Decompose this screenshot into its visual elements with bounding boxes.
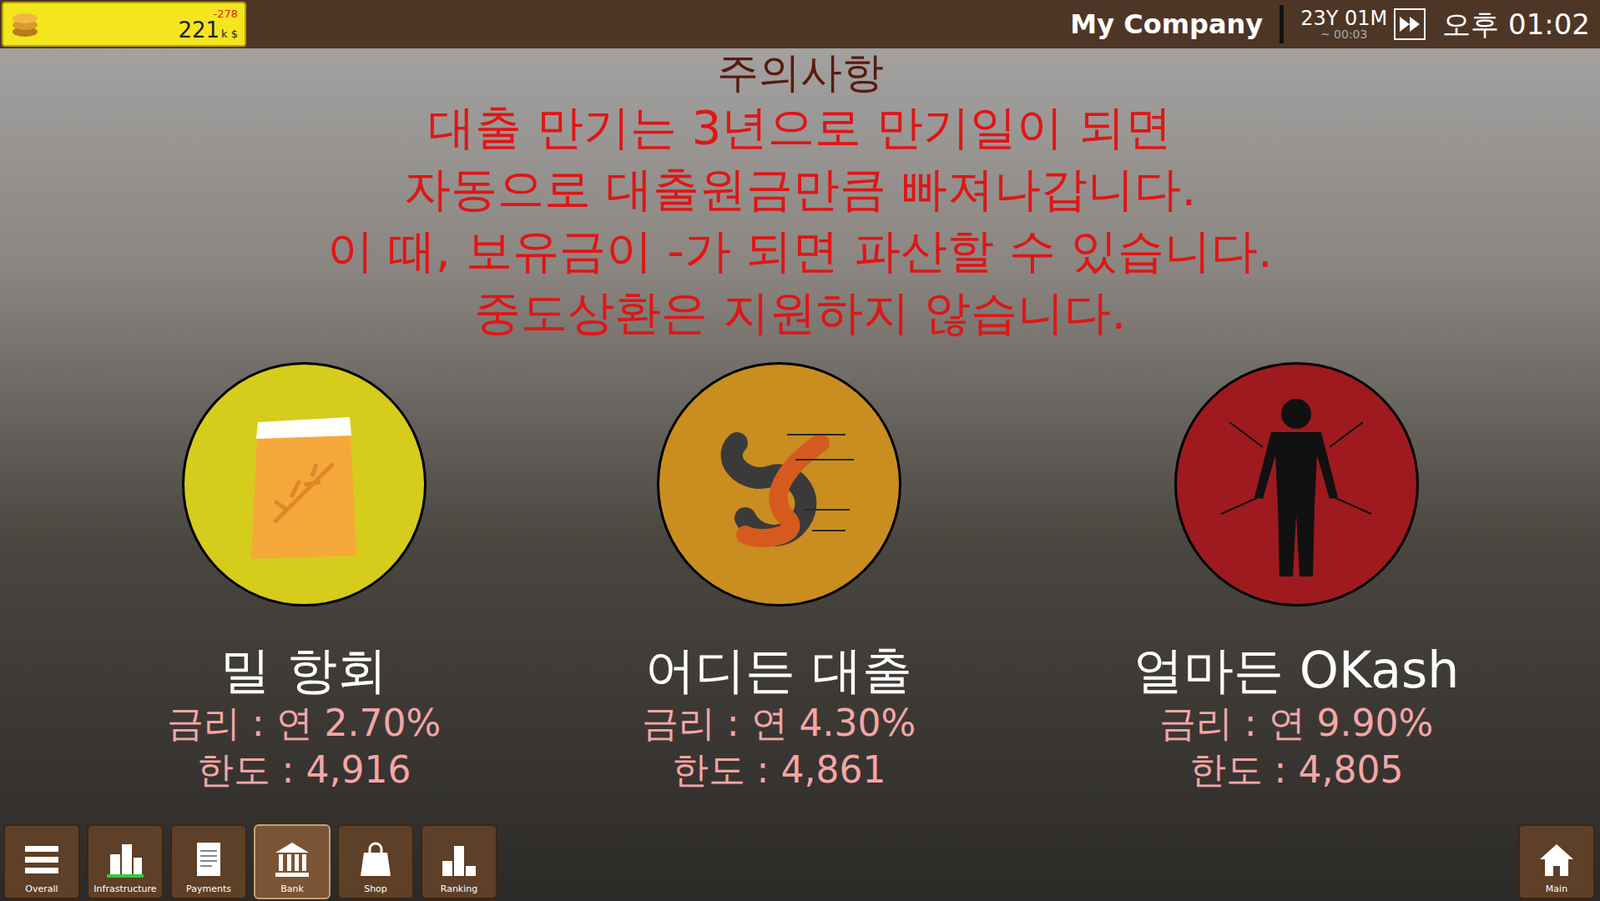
money-unit: k $ <box>221 28 238 40</box>
nav-label: Payments <box>186 883 232 897</box>
notice-line: 자동으로 대출원금만큼 빠져나갑니다. <box>403 158 1197 221</box>
ranking-icon <box>439 839 480 880</box>
lender-limit: 한도 : 4,916 <box>196 747 412 794</box>
lender-list: 밀 항회금리 : 연 2.70%한도 : 4,916어디든 대출금리 : 연 4… <box>0 362 1600 794</box>
top-bar: -278221k $ My Company 23Y 01M~ 00:03 오후 01:… <box>0 0 1600 49</box>
lender-limit: 한도 : 4,805 <box>1189 747 1404 794</box>
buildings-icon <box>105 839 146 880</box>
notice-title: 주의사항 <box>716 48 884 97</box>
nav-label: Ranking <box>440 883 479 897</box>
lender-rate: 금리 : 연 9.90% <box>1159 700 1434 748</box>
nav-button[interactable]: Infrastructure <box>86 824 164 900</box>
money-amount: 221 <box>177 19 220 41</box>
nav-button[interactable]: Shop <box>337 824 414 900</box>
bank-icon <box>272 839 313 880</box>
main-button[interactable]: Main <box>1518 824 1595 900</box>
lender-logo[interactable] <box>181 362 427 607</box>
nav-button[interactable]: Payments <box>170 824 248 900</box>
notice-line: 대출 만기는 3년으로 만기일이 되면 <box>428 96 1172 159</box>
lender-rate: 금리 : 연 4.30% <box>641 700 917 748</box>
notice: 주의사항대출 만기는 3년으로 만기일이 되면자동으로 대출원금만큼 빠져나갑니… <box>0 48 1600 344</box>
nav-button[interactable]: Overall <box>3 824 81 900</box>
lender-card[interactable]: 어디든 대출금리 : 연 4.30%한도 : 4,861 <box>545 362 1013 794</box>
nav-label: Shop <box>363 883 388 897</box>
nav-label: Infrastructure <box>93 883 157 897</box>
home-icon <box>1536 839 1577 880</box>
nav-label: Overall <box>25 883 58 897</box>
bank-screen: -278221k $ My Company 23Y 01M~ 00:03 오후 01:… <box>0 0 1600 901</box>
nav-label: Bank <box>280 883 304 897</box>
lender-name: 밀 항회 <box>220 640 387 701</box>
lender-name: 얼마든 OKash <box>1133 640 1460 701</box>
bottom-nav: Overall Infrastructure Payments Bank Shop Ran… <box>0 824 1600 901</box>
menu-icon <box>21 839 62 880</box>
company-name: My Company <box>1070 4 1263 45</box>
elapsed-time: ~ 00:03 <box>1320 28 1368 41</box>
fast-forward-icon <box>1398 15 1422 34</box>
nav-button[interactable]: Ranking <box>420 824 498 900</box>
document-icon <box>188 839 229 880</box>
lender-rate: 금리 : 연 2.70% <box>166 700 442 748</box>
running-figures-icon <box>695 409 863 561</box>
clock: 오후 01:02 <box>1442 3 1590 46</box>
money-delta: -278 <box>212 8 238 20</box>
fast-forward-button[interactable] <box>1393 8 1426 41</box>
notice-line: 이 때, 보유금이 -가 되면 파산할 수 있습니다. <box>327 220 1272 283</box>
lender-limit: 한도 : 4,861 <box>671 747 887 794</box>
main-label: Main <box>1545 883 1568 897</box>
flour-bag-icon <box>241 405 367 565</box>
human-silhouette-icon <box>1212 388 1380 581</box>
game-date: 23Y 01M <box>1300 8 1388 29</box>
lender-logo[interactable] <box>656 362 902 607</box>
coins-icon <box>10 10 41 39</box>
lender-name: 어디든 대출 <box>645 640 912 701</box>
lender-card[interactable]: 얼마든 OKash금리 : 연 9.90%한도 : 4,805 <box>1062 362 1530 794</box>
shopping-bag-icon <box>355 839 396 880</box>
money-box[interactable]: -278221k $ <box>1 1 247 47</box>
lender-card[interactable]: 밀 항회금리 : 연 2.70%한도 : 4,916 <box>70 362 538 794</box>
nav-button[interactable]: Bank <box>253 824 331 900</box>
notice-line: 중도상환은 지원하지 않습니다. <box>474 282 1126 344</box>
lender-logo[interactable] <box>1174 362 1419 607</box>
